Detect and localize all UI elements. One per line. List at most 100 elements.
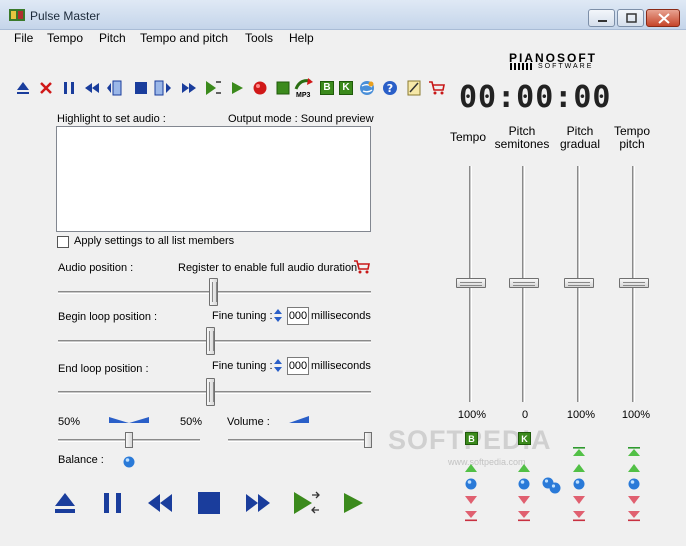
balance-thumb[interactable] <box>125 432 133 448</box>
menu-pitch[interactable]: Pitch <box>99 31 126 45</box>
menu-tools[interactable]: Tools <box>245 31 273 45</box>
stop-button[interactable] <box>132 78 150 98</box>
pitch-gradual-thumb[interactable] <box>564 278 594 288</box>
menu-tempo-and-pitch[interactable]: Tempo and pitch <box>140 31 228 45</box>
play-button[interactable] <box>228 78 246 98</box>
cart-icon <box>429 81 445 95</box>
svg-text:?: ? <box>387 82 393 95</box>
tempo-begin-marker-button[interactable]: B <box>465 432 478 445</box>
tempo-pitch-mid-button[interactable] <box>627 478 641 490</box>
tempo-pitch-value: 100% <box>621 409 651 421</box>
menu-file[interactable]: File <box>14 31 33 45</box>
pitch-semitones-mid-button[interactable] <box>517 478 531 490</box>
end-fine-input[interactable]: 000 <box>287 357 309 375</box>
begin-fine-input[interactable]: 000 <box>287 307 309 325</box>
end-marker-button[interactable]: K <box>337 78 355 98</box>
register-button[interactable] <box>405 78 423 98</box>
tempo-pitch-up2-button[interactable] <box>627 446 641 458</box>
loop-end-button[interactable] <box>154 78 172 98</box>
apply-all-label: Apply settings to all list members <box>74 235 235 247</box>
end-loop-thumb[interactable] <box>206 378 215 406</box>
transport-fast-forward-button[interactable] <box>244 490 272 516</box>
delete-button[interactable] <box>37 78 55 98</box>
tempo-pitch-up-button[interactable] <box>627 462 641 474</box>
tempo-value: 100% <box>457 409 487 421</box>
link-pitch-icon[interactable] <box>541 477 563 495</box>
pitch-gradual-down-button[interactable] <box>572 494 586 506</box>
begin-loop-thumb[interactable] <box>206 327 215 355</box>
volume-thumb[interactable] <box>364 432 372 448</box>
col-pitch-gradual-header: Pitch gradual <box>555 125 605 151</box>
tempo-pitch-down-button[interactable] <box>627 494 641 506</box>
pitch-semitones-up-button[interactable] <box>517 462 531 474</box>
menu-bar: File Tempo Pitch Tempo and pitch Tools H… <box>0 30 686 48</box>
eject-large-icon <box>55 493 75 513</box>
pitch-gradual-mid-button[interactable] <box>572 478 586 490</box>
tempo-pitch-thumb[interactable] <box>619 278 649 288</box>
pitch-end-marker-button[interactable]: K <box>518 432 531 445</box>
audio-position-label: Audio position : <box>58 262 134 274</box>
balance-icon <box>109 417 149 423</box>
export-mp3-button[interactable]: MP3 <box>294 78 316 99</box>
close-button[interactable] <box>646 9 680 27</box>
transport-eject-button[interactable] <box>52 490 78 516</box>
tempo-up-button[interactable] <box>464 462 478 474</box>
end-fine-tuning-label: Fine tuning : <box>212 360 273 372</box>
fast-forward-button[interactable] <box>180 78 198 98</box>
pitch-gradual-down2-button[interactable] <box>572 510 586 522</box>
pitch-gradual-up-button[interactable] <box>572 462 586 474</box>
maximize-icon <box>626 13 637 23</box>
transport-rewind-button[interactable] <box>146 490 174 516</box>
menu-help[interactable]: Help <box>289 31 314 45</box>
transport-stop-button[interactable] <box>196 490 222 516</box>
eject-button[interactable] <box>14 78 32 98</box>
record-button[interactable] <box>251 78 269 98</box>
play-loop-button[interactable] <box>204 78 222 98</box>
end-fine-spinner-icon[interactable] <box>274 359 282 373</box>
end-loop-label: End loop position : <box>58 363 149 375</box>
transport-play-loop-button[interactable] <box>292 490 320 516</box>
help-button[interactable]: ? <box>381 78 399 98</box>
tempo-mid-button[interactable] <box>464 478 478 490</box>
begin-fine-tuning-label: Fine tuning : <box>212 310 273 322</box>
tempo-down2-button[interactable] <box>464 510 478 522</box>
pitch-gradual-up2-button[interactable] <box>572 446 586 458</box>
audio-position-thumb[interactable] <box>209 278 218 306</box>
tempo-pitch-down2-button[interactable] <box>627 510 641 522</box>
col-tempo-pitch-title: Tempo pitch <box>613 124 651 151</box>
web-button[interactable] <box>358 78 376 98</box>
pianosoft-logo-sub: SOFTWARE <box>538 63 594 70</box>
tempo-down-button[interactable] <box>464 494 478 506</box>
transport-play-button[interactable] <box>340 490 366 516</box>
register-cart-icon[interactable] <box>353 259 371 275</box>
begin-marker-button[interactable]: B <box>318 78 336 98</box>
stop-green-button[interactable] <box>274 78 292 98</box>
pitch-semitones-thumb[interactable] <box>509 278 539 288</box>
minimize-icon <box>598 20 607 22</box>
loop-start-button[interactable] <box>106 78 124 98</box>
highlight-label: Highlight to set audio : <box>57 113 166 125</box>
play-icon <box>232 82 243 94</box>
logo-bars-icon <box>510 63 534 70</box>
menu-tempo[interactable]: Tempo <box>47 31 83 45</box>
tempo-b-label: B <box>468 433 475 444</box>
pitch-semitones-down-button[interactable] <box>517 494 531 506</box>
b-label: B <box>323 82 331 93</box>
audio-list[interactable] <box>56 126 371 232</box>
rewind-button[interactable] <box>83 78 101 98</box>
maximize-button[interactable] <box>617 9 644 27</box>
volume-track[interactable] <box>228 439 371 442</box>
begin-fine-spinner-icon[interactable] <box>274 309 282 323</box>
rewind-large-icon <box>148 494 172 512</box>
pitch-semitones-down2-button[interactable] <box>517 510 531 522</box>
tempo-thumb[interactable] <box>456 278 486 288</box>
cart-button[interactable] <box>428 78 446 98</box>
minimize-button[interactable] <box>588 9 615 27</box>
balance-center-icon[interactable] <box>123 456 135 468</box>
play-large-icon <box>344 493 363 513</box>
apply-all-checkbox[interactable] <box>57 236 69 248</box>
col-pitch-semitones-header: Pitch semitones <box>494 125 550 151</box>
transport-pause-button[interactable] <box>100 490 126 516</box>
pause-button[interactable] <box>60 78 78 98</box>
loop-end-icon <box>154 80 171 96</box>
